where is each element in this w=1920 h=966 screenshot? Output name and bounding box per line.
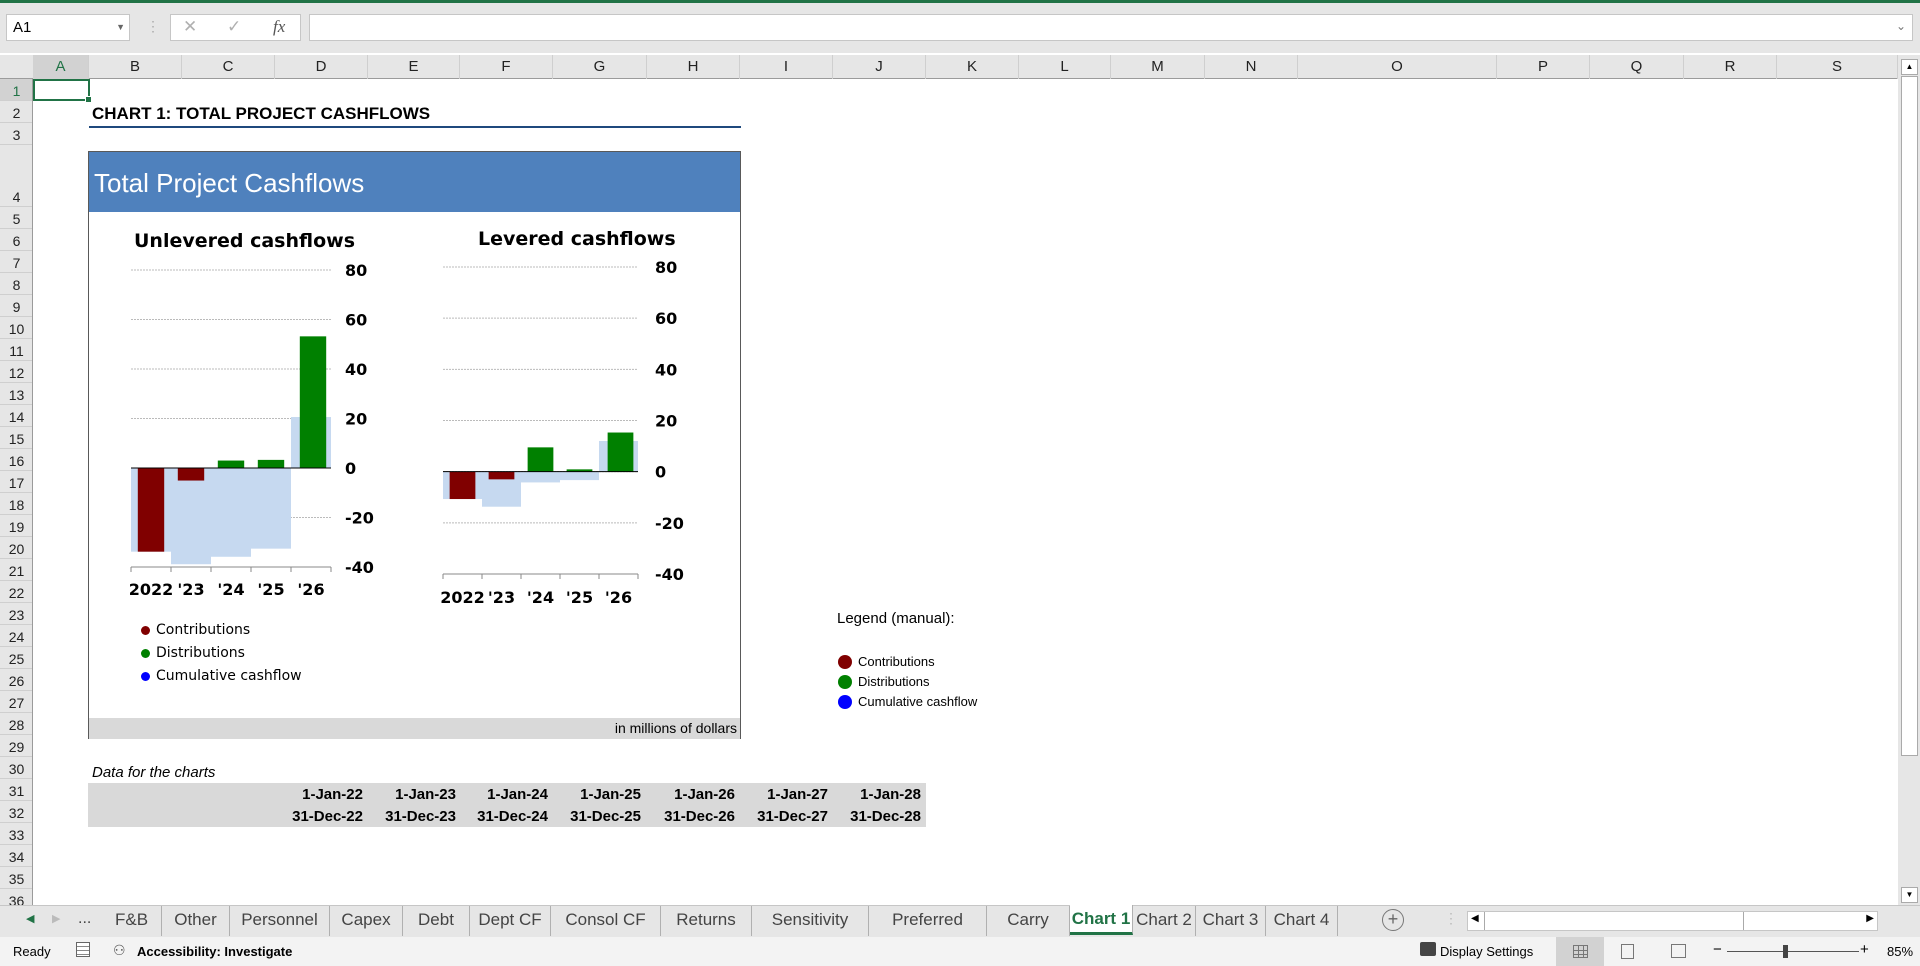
scroll-right-icon[interactable]: ▶ — [1866, 913, 1874, 924]
vertical-scroll-thumb[interactable] — [1901, 76, 1918, 756]
sheet-tab-chart-1[interactable]: Chart 1 — [1070, 905, 1133, 935]
status-ready: Ready — [13, 944, 51, 959]
period-end-cell: 31-Dec-27 — [757, 808, 828, 825]
accessibility-icon[interactable]: ⚇ — [113, 942, 126, 959]
sheet-tab-chart-3[interactable]: Chart 3 — [1196, 906, 1266, 936]
row-header-36[interactable]: 36 — [0, 889, 32, 905]
tab-scroll-right-icon[interactable]: ▶ — [52, 912, 60, 925]
period-end-cell: 31-Dec-25 — [570, 808, 641, 825]
tab-scroll-left-icon[interactable]: ◀ — [26, 912, 34, 925]
sheet-tab-personnel[interactable]: Personnel — [230, 906, 330, 936]
sheet-tab-other[interactable]: Other — [162, 906, 230, 936]
sheet-tab-chart-2[interactable]: Chart 2 — [1133, 906, 1196, 936]
sheet-tab-consol-cf[interactable]: Consol CF — [551, 906, 661, 936]
period-end-cell: 31-Dec-24 — [477, 808, 548, 825]
sheet-tab-sensitivity[interactable]: Sensitivity — [752, 906, 869, 936]
horizontal-scroll-thumb[interactable] — [1484, 912, 1744, 930]
row-header-34[interactable]: 34 — [0, 845, 32, 867]
scroll-down-icon[interactable]: ▼ — [1901, 887, 1918, 903]
zoom-slider-thumb[interactable] — [1783, 945, 1788, 958]
period-end-cell: 31-Dec-26 — [664, 808, 735, 825]
sheet-tab-capex[interactable]: Capex — [330, 906, 403, 936]
sheet-tab-dept-cf[interactable]: Dept CF — [470, 906, 551, 936]
period-end-cell: 31-Dec-23 — [385, 808, 456, 825]
sheet-tab-debt[interactable]: Debt — [403, 906, 470, 936]
display-settings-button[interactable]: Display Settings — [1440, 944, 1533, 959]
page-layout-view-icon[interactable] — [1621, 944, 1634, 959]
more-tabs-button[interactable]: ... — [78, 910, 91, 928]
normal-view-icon — [1573, 945, 1588, 958]
scroll-left-icon[interactable]: ◀ — [1471, 913, 1479, 924]
period-start-cell: 1-Jan-27 — [767, 786, 828, 803]
zoom-out-button[interactable]: − — [1713, 941, 1722, 958]
accessibility-status[interactable]: Accessibility: Investigate — [137, 944, 292, 959]
tab-split-handle[interactable]: ⋮ — [1444, 910, 1458, 927]
page-break-view-icon[interactable] — [1671, 944, 1686, 958]
normal-view-button[interactable] — [1556, 937, 1604, 966]
macro-record-icon[interactable] — [76, 942, 90, 957]
zoom-in-button[interactable]: + — [1860, 941, 1869, 958]
sheet-tab-preferred[interactable]: Preferred — [869, 906, 987, 936]
data-table: 1-Jan-22 1-Jan-23 1-Jan-24 1-Jan-25 1-Jan-26… — [0, 0, 1920, 844]
horizontal-scrollbar[interactable]: ◀ ▶ — [1467, 911, 1878, 931]
period-end-cell: 31-Dec-28 — [850, 808, 921, 825]
sheet-tab-carry[interactable]: Carry — [987, 906, 1070, 936]
zoom-slider[interactable] — [1727, 951, 1859, 952]
sheet-tab-returns[interactable]: Returns — [661, 906, 752, 936]
period-end-cell: 31-Dec-22 — [292, 808, 363, 825]
vertical-scrollbar[interactable]: ▲ ▼ — [1898, 55, 1920, 905]
zoom-level[interactable]: 85% — [1887, 944, 1913, 959]
period-start-cell: 1-Jan-28 — [860, 786, 921, 803]
sheet-tab-chart-4[interactable]: Chart 4 — [1266, 906, 1338, 936]
period-start-cell: 1-Jan-24 — [487, 786, 548, 803]
scroll-up-icon[interactable]: ▲ — [1901, 59, 1918, 75]
row-header-35[interactable]: 35 — [0, 867, 32, 889]
sheet-tab-f-b[interactable]: F&B — [102, 906, 162, 936]
period-start-cell: 1-Jan-23 — [395, 786, 456, 803]
period-start-cell: 1-Jan-26 — [674, 786, 735, 803]
period-start-cell: 1-Jan-22 — [302, 786, 363, 803]
status-bar: Ready ⚇ Accessibility: Investigate Displ… — [0, 937, 1920, 966]
period-start-cell: 1-Jan-25 — [580, 786, 641, 803]
display-settings-icon[interactable] — [1420, 942, 1436, 956]
add-sheet-icon[interactable]: + — [1382, 909, 1404, 931]
